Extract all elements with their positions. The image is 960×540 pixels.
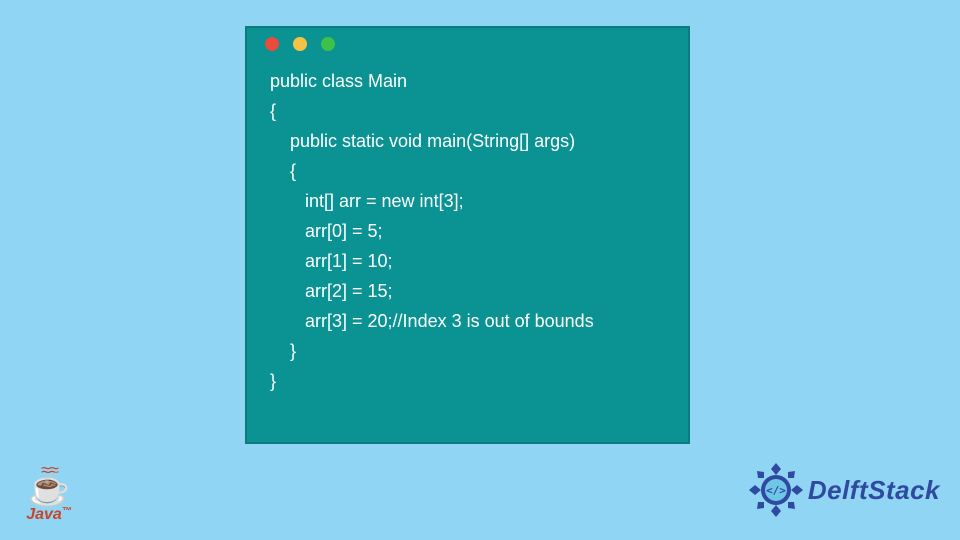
java-logo: ≈≈ ☕ Java™	[22, 465, 76, 524]
code-window: public class Main { public static void m…	[245, 26, 690, 444]
delft-inner-text: </>	[766, 484, 786, 497]
code-block: public class Main { public static void m…	[247, 60, 688, 396]
maximize-dot-icon	[321, 37, 335, 51]
java-word: Java	[26, 506, 62, 523]
window-titlebar	[247, 28, 688, 60]
delftstack-medallion-icon: </>	[748, 462, 804, 518]
java-tm: ™	[62, 506, 72, 517]
delftstack-logo: </> DelftStack	[748, 462, 940, 518]
close-dot-icon	[265, 37, 279, 51]
java-cup-icon: ☕	[22, 472, 76, 506]
java-logo-text: Java™	[22, 506, 76, 524]
minimize-dot-icon	[293, 37, 307, 51]
delftstack-word: DelftStack	[808, 475, 940, 506]
